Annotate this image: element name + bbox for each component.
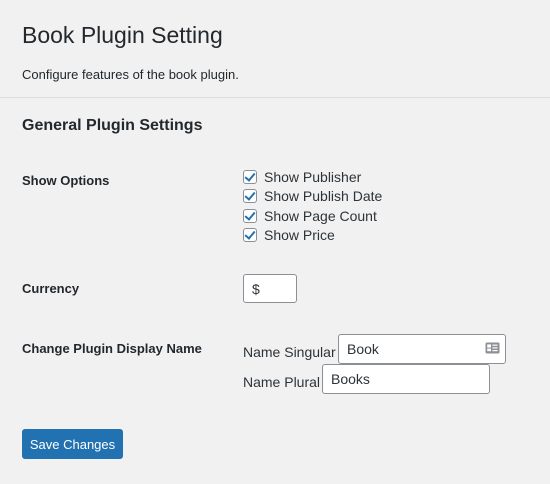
show-publisher-option[interactable]: Show Publisher [243, 168, 361, 186]
show-publish-date-label: Show Publish Date [264, 188, 383, 204]
show-price-option[interactable]: Show Price [243, 226, 335, 244]
show-page-count-option[interactable]: Show Page Count [243, 207, 377, 225]
show-page-count-label: Show Page Count [264, 208, 377, 224]
section-title: General Plugin Settings [22, 117, 203, 134]
name-singular-label: Name Singular [243, 344, 336, 360]
currency-input[interactable]: $ [243, 274, 297, 303]
page-description: Configure features of the book plugin. [22, 67, 239, 82]
show-publisher-label: Show Publisher [264, 169, 362, 185]
show-publisher-checkbox[interactable] [243, 170, 257, 184]
name-singular-input[interactable]: Book [338, 334, 506, 364]
display-name-label: Change Plugin Display Name [22, 341, 202, 356]
contact-card-icon[interactable] [485, 342, 500, 354]
show-options-label: Show Options [22, 173, 110, 188]
name-singular-value: Book [347, 341, 379, 357]
currency-label: Currency [22, 281, 80, 296]
save-changes-button[interactable]: Save Changes [22, 429, 123, 459]
show-page-count-checkbox[interactable] [243, 209, 257, 223]
name-plural-value: Books [331, 371, 370, 387]
show-price-checkbox[interactable] [243, 228, 257, 242]
show-publish-date-checkbox[interactable] [243, 189, 257, 203]
name-plural-label: Name Plural [243, 374, 321, 390]
name-plural-input[interactable]: Books [322, 364, 490, 394]
show-price-label: Show Price [264, 227, 335, 243]
currency-value: $ [252, 280, 260, 297]
header-divider [0, 97, 550, 98]
page-title: Book Plugin Setting [22, 22, 223, 48]
show-publish-date-option[interactable]: Show Publish Date [243, 187, 382, 205]
